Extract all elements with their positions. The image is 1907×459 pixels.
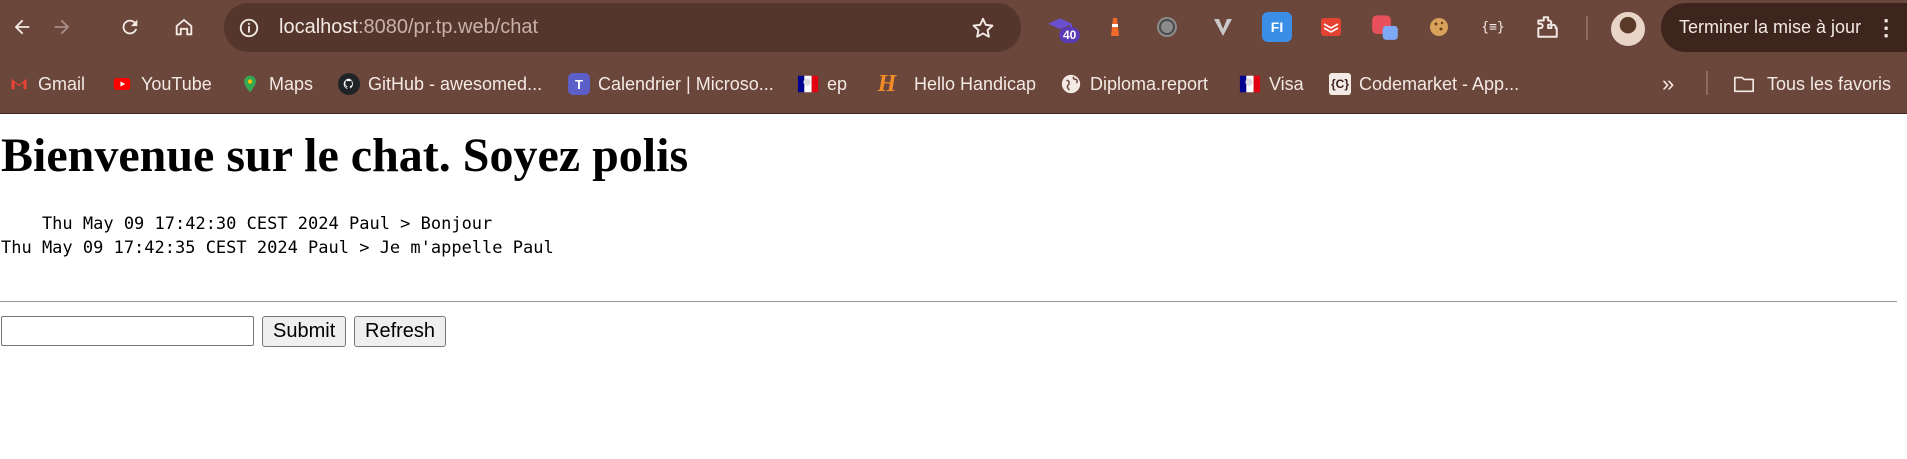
horizontal-rule	[0, 301, 1897, 302]
submit-button[interactable]: Submit	[262, 316, 347, 347]
all-bookmarks-label: Tous les favoris	[1767, 73, 1892, 94]
extension-badge: 40	[1059, 27, 1081, 43]
extension-wordpress-icon[interactable]	[1152, 12, 1182, 42]
bookmarks-bar: Gmail YouTube Maps GitHub - awesomed... …	[0, 55, 1907, 114]
extension-graduation-icon[interactable]: 40	[1045, 12, 1081, 43]
reload-icon	[122, 19, 138, 35]
bookmark-label: Codemarket - App...	[1359, 73, 1520, 94]
bookmark-label: Gmail	[38, 73, 86, 94]
extension-todoist-icon[interactable]	[1316, 12, 1346, 42]
extension-cookie-icon[interactable]	[1424, 12, 1454, 42]
profile-avatar[interactable]	[1611, 12, 1645, 46]
extension-fi-icon[interactable]: FI	[1262, 12, 1292, 42]
more-bookmarks-chevron-icon[interactable]: »	[1662, 70, 1674, 98]
bookmark-label: Visa	[1269, 73, 1304, 94]
github-icon	[338, 73, 360, 95]
browser-toolbar: localhost:8080/pr.tp.web/chat 40 FI {≡} …	[0, 0, 1907, 55]
bookmark-star-icon[interactable]	[970, 15, 996, 41]
folder-icon	[1733, 73, 1755, 95]
bookmark-ep[interactable]: ep	[797, 70, 847, 98]
url-path: :8080/pr.tp.web/chat	[357, 16, 539, 38]
chat-log: Thu May 09 17:42:30 CEST 2024 Paul > Bon…	[1, 214, 554, 258]
bookmark-diploma-report[interactable]: Diploma.report	[1060, 70, 1208, 98]
bookmark-maps[interactable]: Maps	[239, 70, 313, 98]
bookmark-visa[interactable]: Visa	[1239, 70, 1304, 98]
hello-handicap-icon: H	[877, 70, 897, 97]
bookmark-youtube[interactable]: YouTube	[111, 70, 212, 98]
extensions-puzzle-icon[interactable]	[1532, 12, 1562, 42]
menu-kebab-icon[interactable]: ⋮	[1875, 15, 1897, 41]
page-title: Bienvenue sur le chat. Soyez polis	[1, 129, 689, 182]
extension-json-icon[interactable]: {≡}	[1478, 12, 1508, 42]
forward-button[interactable]	[43, 8, 81, 46]
refresh-button[interactable]: Refresh	[354, 316, 447, 347]
maps-icon	[239, 73, 261, 95]
bookmarks-separator	[1706, 71, 1708, 95]
bookmark-gmail[interactable]: Gmail	[8, 70, 85, 98]
bookmark-calendrier[interactable]: T Calendrier | Microso...	[568, 70, 774, 98]
bookmark-codemarket[interactable]: {C} Codemarket - App...	[1329, 70, 1519, 98]
bookmark-github[interactable]: GitHub - awesomed...	[338, 70, 542, 98]
extension-v-icon[interactable]	[1208, 12, 1238, 42]
url-text[interactable]: localhost:8080/pr.tp.web/chat	[279, 16, 538, 39]
message-input[interactable]	[1, 316, 254, 346]
home-icon	[175, 18, 193, 36]
bookmark-label: Calendrier | Microso...	[598, 73, 774, 94]
extension-lighthouse-icon[interactable]	[1100, 12, 1130, 42]
bookmark-label: Diploma.report	[1090, 73, 1209, 94]
address-bar[interactable]: localhost:8080/pr.tp.web/chat	[224, 3, 1021, 52]
finish-update-label: Terminer la mise à jour	[1679, 17, 1862, 37]
extension-picker-icon[interactable]	[1370, 12, 1400, 42]
globe-icon	[1060, 73, 1082, 95]
bookmark-hello-handicap[interactable]: H Hello Handicap	[876, 70, 1036, 98]
gmail-icon	[8, 73, 30, 95]
toolbar-separator	[1586, 16, 1588, 40]
marianne-icon	[1239, 73, 1261, 95]
teams-icon: T	[568, 73, 590, 95]
bookmark-label: GitHub - awesomed...	[368, 73, 543, 94]
finish-update-button[interactable]: Terminer la mise à jour ⋮	[1661, 3, 1907, 52]
back-button[interactable]	[3, 8, 41, 46]
back-icon	[14, 19, 30, 35]
youtube-icon	[111, 73, 133, 95]
url-host: localhost	[279, 16, 358, 38]
bookmark-label: YouTube	[141, 73, 212, 94]
all-bookmarks-folder[interactable]: Tous les favoris	[1733, 70, 1891, 98]
bookmark-label: ep	[827, 73, 848, 94]
bookmark-label: Hello Handicap	[914, 73, 1037, 94]
codemarket-icon: {C}	[1329, 73, 1351, 95]
site-info-icon[interactable]	[236, 15, 261, 40]
bookmark-label: Maps	[269, 73, 314, 94]
reload-button[interactable]	[111, 8, 149, 46]
home-button[interactable]	[165, 8, 203, 46]
marianne-icon	[797, 73, 819, 95]
forward-icon	[54, 19, 70, 35]
